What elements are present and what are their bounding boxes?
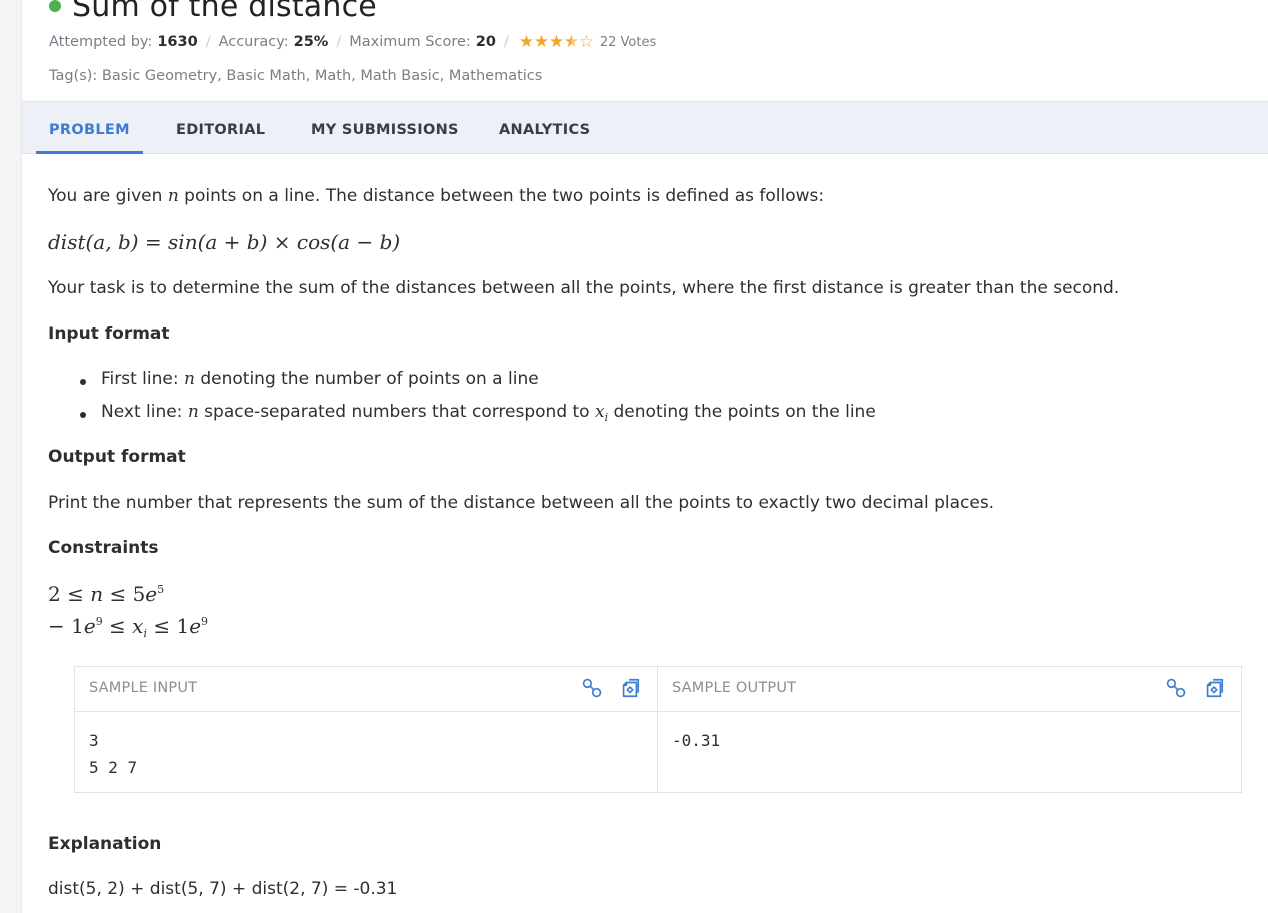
problem-tabs: PROBLEM EDITORIAL MY SUBMISSIONS ANALYTI… bbox=[22, 101, 1268, 154]
explanation-heading: Explanation bbox=[48, 834, 162, 854]
solved-status-dot bbox=[49, 0, 61, 12]
distance-formula: dist(a, b) = sin(a + b) × cos(a − b) bbox=[48, 230, 401, 254]
meta-separator: / bbox=[503, 34, 509, 50]
problem-title: Sum of the distance bbox=[72, 0, 377, 24]
tab-problem[interactable]: PROBLEM bbox=[36, 102, 143, 154]
attempted-value: 1630 bbox=[157, 34, 198, 50]
sample-output-panel: SAMPLE OUTPUT -0.31 bbox=[658, 667, 1241, 792]
task-text: Your task is to determine the sum of the… bbox=[48, 278, 1120, 298]
tab-editorial[interactable]: EDITORIAL bbox=[176, 102, 265, 154]
output-format-heading: Output format bbox=[48, 447, 186, 467]
copy-icon[interactable] bbox=[1203, 677, 1225, 699]
max-score-label: Maximum Score: bbox=[349, 34, 471, 50]
problem-tags: Tag(s): Basic Geometry, Basic Math, Math… bbox=[49, 68, 543, 84]
sample-input-header: SAMPLE INPUT bbox=[75, 667, 657, 712]
meta-separator: / bbox=[205, 34, 211, 50]
intro-text: You are given n points on a line. The di… bbox=[48, 186, 825, 206]
star-icon[interactable]: ★ bbox=[519, 33, 534, 51]
sample-output-label: SAMPLE OUTPUT bbox=[672, 680, 797, 696]
title-row: Sum of the distance bbox=[49, 0, 377, 26]
copy-icon[interactable] bbox=[619, 677, 641, 699]
link-icon[interactable] bbox=[1165, 677, 1187, 699]
star-icon[interactable]: ★ bbox=[534, 33, 549, 51]
sample-io-box: SAMPLE INPUT 3 5 2 7 SAMPLE OUTPUT -0.31 bbox=[74, 666, 1242, 793]
constraint-xi: − 1e9 ≤ xi ≤ 1e9 bbox=[48, 614, 209, 640]
attempted-label: Attempted by: bbox=[49, 34, 153, 50]
list-item: First line: n denoting the number of poi… bbox=[80, 369, 539, 389]
sample-output-header: SAMPLE OUTPUT bbox=[658, 667, 1241, 712]
sample-input-text: 3 5 2 7 bbox=[89, 731, 138, 777]
rating-stars[interactable]: ★ ★ ★ ★ ☆ bbox=[519, 33, 594, 51]
accuracy-label: Accuracy: bbox=[218, 34, 289, 50]
max-score-value: 20 bbox=[475, 34, 496, 50]
empty-star-icon[interactable]: ☆ bbox=[579, 33, 594, 51]
sample-input-panel: SAMPLE INPUT 3 5 2 7 bbox=[75, 667, 658, 792]
half-star-icon[interactable]: ★ bbox=[564, 33, 579, 51]
list-item: Next line: n space-separated numbers tha… bbox=[80, 402, 876, 424]
constraints-heading: Constraints bbox=[48, 538, 159, 558]
link-icon[interactable] bbox=[581, 677, 603, 699]
tab-analytics[interactable]: ANALYTICS bbox=[499, 102, 590, 154]
input-format-heading: Input format bbox=[48, 324, 170, 344]
votes-count: 22 Votes bbox=[599, 34, 657, 50]
sample-input-label: SAMPLE INPUT bbox=[89, 680, 198, 696]
tab-my-submissions[interactable]: MY SUBMISSIONS bbox=[311, 102, 459, 154]
accuracy-value: 25% bbox=[293, 34, 329, 50]
output-format-text: Print the number that represents the sum… bbox=[48, 493, 995, 513]
problem-meta: Attempted by: 1630 / Accuracy: 25% / Max… bbox=[49, 33, 656, 51]
sample-output-text: -0.31 bbox=[672, 731, 721, 750]
meta-separator: / bbox=[336, 34, 342, 50]
star-icon[interactable]: ★ bbox=[549, 33, 564, 51]
explanation-text: dist(5, 2) + dist(5, 7) + dist(2, 7) = -… bbox=[48, 879, 398, 899]
constraint-n: 2 ≤ n ≤ 5e5 bbox=[48, 582, 165, 606]
